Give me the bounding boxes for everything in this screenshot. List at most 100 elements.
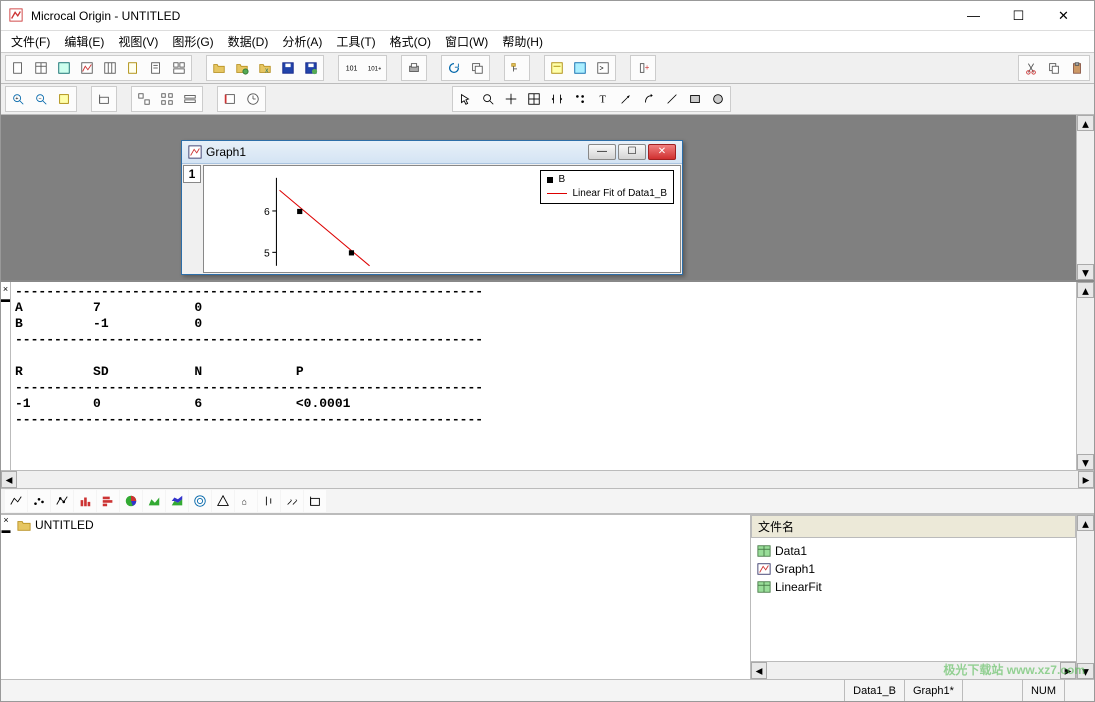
save-template-button[interactable] (300, 57, 322, 79)
pointer-button[interactable] (454, 88, 476, 110)
refresh-button[interactable] (443, 57, 465, 79)
menu-format[interactable]: 格式(O) (384, 31, 437, 52)
script-window-button[interactable]: > (592, 57, 614, 79)
column-plot-button[interactable] (74, 490, 96, 512)
vector-plot-button[interactable] (281, 490, 303, 512)
bar-plot-button[interactable] (97, 490, 119, 512)
plot-area[interactable]: 6 5 B Linear Fit of Data1_B (203, 165, 681, 273)
new-notes-button[interactable] (145, 57, 167, 79)
project-explorer-button[interactable] (506, 57, 528, 79)
cut-button[interactable] (1020, 57, 1042, 79)
line-scatter-button[interactable] (51, 490, 73, 512)
scroll-down-button[interactable]: ▾ (1077, 264, 1094, 280)
new-layout-button[interactable] (168, 57, 190, 79)
project-root-label[interactable]: UNTITLED (35, 518, 94, 532)
print-button[interactable] (403, 57, 425, 79)
close-button[interactable]: ✕ (1041, 2, 1086, 30)
graph-maximize-button[interactable]: ☐ (618, 144, 646, 160)
menu-help[interactable]: 帮助(H) (496, 31, 549, 52)
draw-data-button[interactable] (569, 88, 591, 110)
zoom-in-button[interactable]: + (7, 88, 29, 110)
menu-window[interactable]: 窗口(W) (439, 31, 494, 52)
merge-button[interactable] (156, 88, 178, 110)
menu-view[interactable]: 视图(V) (112, 31, 164, 52)
file-item-data1[interactable]: Data1 (757, 542, 1070, 560)
results-scroll-up[interactable]: ▴ (1077, 282, 1094, 298)
graph-close-button[interactable]: ✕ (648, 144, 676, 160)
import-multi-button[interactable]: 101+ (363, 57, 385, 79)
project-tree[interactable]: UNTITLED (11, 515, 751, 680)
curved-arrow-button[interactable] (638, 88, 660, 110)
ternary-plot-button[interactable] (212, 490, 234, 512)
rectangle-tool-button[interactable] (684, 88, 706, 110)
paste-button[interactable] (1066, 57, 1088, 79)
minimize-button[interactable]: — (951, 2, 996, 30)
results-vscroll[interactable]: ▴▾ (1076, 282, 1094, 470)
file-item-linearfit[interactable]: LinearFit (757, 578, 1070, 596)
scroll-up-button[interactable]: ▴ (1077, 115, 1094, 131)
results-text[interactable]: ----------------------------------------… (11, 282, 1076, 470)
add-column-button[interactable]: + (632, 57, 654, 79)
menu-edit[interactable]: 编辑(E) (58, 31, 110, 52)
save-button[interactable] (277, 57, 299, 79)
results-hscroll[interactable]: ◂▸ (1, 470, 1094, 488)
legend[interactable]: B Linear Fit of Data1_B (540, 170, 675, 204)
open-template-button[interactable] (231, 57, 253, 79)
menu-tools[interactable]: 工具(T) (330, 31, 381, 52)
menu-data[interactable]: 数据(D) (222, 31, 275, 52)
results-scroll-down[interactable]: ▾ (1077, 454, 1094, 470)
graph-window[interactable]: Graph1 — ☐ ✕ 1 6 5 (181, 140, 683, 275)
smith-plot-button[interactable]: ⌂ (235, 490, 257, 512)
screen-reader-button[interactable] (500, 88, 522, 110)
layer-tab[interactable]: 1 (183, 165, 201, 183)
file-item-graph1[interactable]: Graph1 (757, 560, 1070, 578)
results-scroll-left[interactable]: ◂ (1, 471, 17, 488)
menu-analysis[interactable]: 分析(A) (276, 31, 328, 52)
zoom-tool-button[interactable] (477, 88, 499, 110)
new-worksheet-button[interactable] (30, 57, 52, 79)
area-plot-button[interactable] (143, 490, 165, 512)
layer-button[interactable] (93, 88, 115, 110)
pie-plot-button[interactable] (120, 490, 142, 512)
arrow-tool-button[interactable] (615, 88, 637, 110)
add-left-y-button[interactable] (219, 88, 241, 110)
files-header[interactable]: 文件名 (751, 515, 1076, 538)
add-time-button[interactable] (242, 88, 264, 110)
project-close-button[interactable]: ×▬ (1, 515, 11, 680)
code-builder-button[interactable] (569, 57, 591, 79)
new-graph-button[interactable] (76, 57, 98, 79)
stack-area-button[interactable] (166, 490, 188, 512)
arrange-button[interactable] (179, 88, 201, 110)
rescale-button[interactable] (53, 88, 75, 110)
new-project-button[interactable] (7, 57, 29, 79)
graph-titlebar[interactable]: Graph1 — ☐ ✕ (182, 141, 682, 164)
maximize-button[interactable]: ☐ (996, 2, 1041, 30)
results-scroll-right[interactable]: ▸ (1078, 471, 1094, 488)
template-plot-button[interactable] (304, 490, 326, 512)
duplicate-button[interactable] (466, 57, 488, 79)
hilo-plot-button[interactable] (258, 490, 280, 512)
menu-file[interactable]: 文件(F) (5, 31, 56, 52)
import-ascii-button[interactable]: 101 (340, 57, 362, 79)
scatter-plot-button[interactable] (28, 490, 50, 512)
results-log-button[interactable] (546, 57, 568, 79)
files-vscroll[interactable]: ▴▾ (1076, 515, 1094, 680)
data-selector-button[interactable] (546, 88, 568, 110)
text-tool-button[interactable]: T (592, 88, 614, 110)
copy-button[interactable] (1043, 57, 1065, 79)
extract-button[interactable] (133, 88, 155, 110)
menu-graph[interactable]: 图形(G) (166, 31, 219, 52)
workspace-vscroll[interactable]: ▴ ▾ (1076, 115, 1094, 280)
zoom-out-button[interactable]: − (30, 88, 52, 110)
data-reader-button[interactable] (523, 88, 545, 110)
line-plot-button[interactable] (5, 490, 27, 512)
new-function-button[interactable] (122, 57, 144, 79)
new-matrix-button[interactable] (99, 57, 121, 79)
open-excel-button[interactable]: X (254, 57, 276, 79)
circle-tool-button[interactable] (707, 88, 729, 110)
polar-plot-button[interactable] (189, 490, 211, 512)
results-close-button[interactable]: ×▬ (1, 282, 11, 470)
graph-minimize-button[interactable]: — (588, 144, 616, 160)
open-button[interactable] (208, 57, 230, 79)
new-excel-button[interactable] (53, 57, 75, 79)
